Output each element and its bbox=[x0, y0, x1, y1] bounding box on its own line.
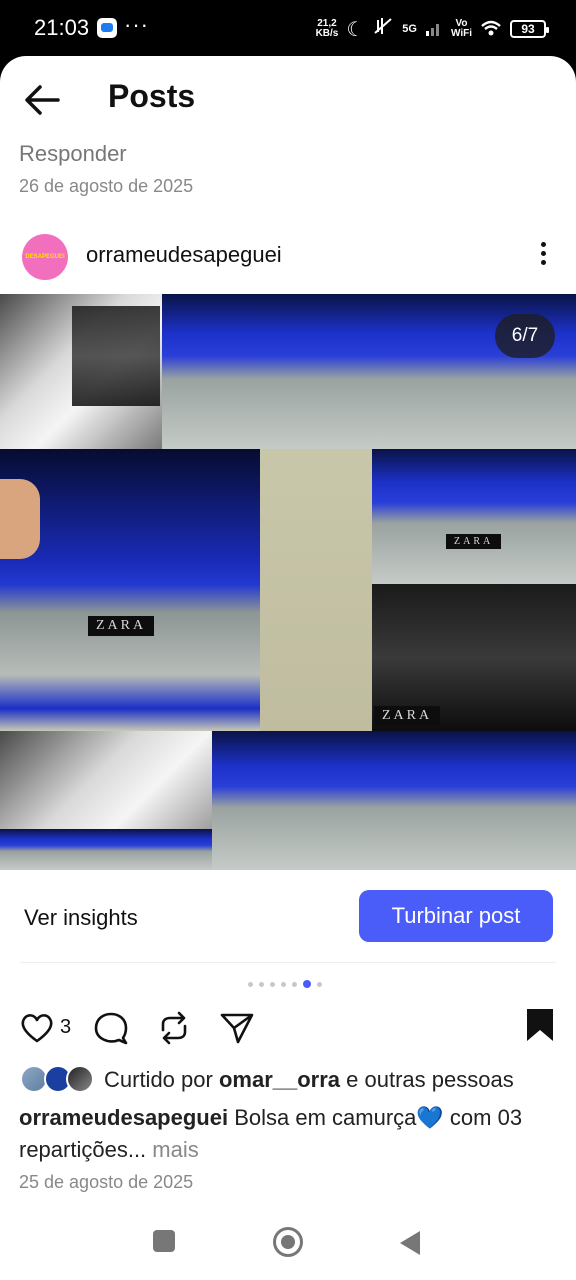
image-tile bbox=[0, 479, 40, 559]
image-tile bbox=[0, 829, 212, 870]
status-bar: 21:03 ··· 21,2 KB/s ☾ 5G Vo WiFi 93 bbox=[0, 0, 576, 56]
like-count[interactable]: 3 bbox=[60, 1016, 71, 1039]
profile-avatar[interactable]: DESAPEGUEI bbox=[22, 234, 68, 280]
carousel-dot bbox=[259, 981, 264, 987]
caption-text: Bolsa em camurça bbox=[234, 1105, 417, 1130]
post-date: 25 de agosto de 2025 bbox=[19, 1172, 194, 1192]
caption-more-link[interactable]: mais bbox=[146, 1137, 198, 1162]
moon-icon: ☾ bbox=[346, 18, 365, 41]
messaging-app-icon bbox=[97, 18, 117, 38]
image-tile bbox=[212, 731, 576, 870]
network-speed-unit: KB/s bbox=[315, 28, 339, 39]
divider bbox=[20, 962, 556, 963]
volte-indicator: Vo WiFi bbox=[451, 19, 472, 39]
caption-username[interactable]: orrameudesapeguei bbox=[19, 1105, 228, 1130]
network-speed: 21,2 KB/s bbox=[316, 19, 339, 39]
liked-by-avatars[interactable] bbox=[20, 1065, 96, 1093]
blue-heart-emoji: 💙 bbox=[416, 1105, 444, 1130]
carousel-dot bbox=[281, 981, 286, 987]
liked-by-text[interactable]: Curtido por omar__orra e outras pessoas bbox=[104, 1067, 514, 1093]
page-title: Posts bbox=[108, 78, 196, 114]
wifi-icon bbox=[480, 19, 502, 40]
boost-post-button[interactable]: Turbinar post bbox=[359, 890, 553, 942]
brand-label: ZARA bbox=[374, 706, 441, 726]
reply-date: 26 de agosto de 2025 bbox=[19, 176, 194, 196]
mute-icon bbox=[372, 16, 394, 42]
network-type: 5G bbox=[402, 23, 417, 35]
brand-label: ZARA bbox=[446, 534, 502, 549]
avatar bbox=[66, 1065, 94, 1093]
carousel-counter: 6/7 bbox=[495, 314, 555, 358]
carousel-dot bbox=[317, 981, 322, 987]
back-button[interactable] bbox=[400, 1231, 420, 1255]
carousel-dot bbox=[270, 981, 275, 987]
post-username[interactable]: orrameudesapeguei bbox=[86, 242, 282, 268]
carousel-dot bbox=[248, 981, 253, 987]
battery-indicator: 93 bbox=[510, 20, 549, 38]
back-arrow-icon[interactable] bbox=[22, 82, 62, 118]
status-indicators: 21,2 KB/s ☾ 5G Vo WiFi 93 bbox=[316, 16, 549, 42]
repost-icon[interactable] bbox=[157, 1010, 191, 1051]
share-icon[interactable] bbox=[219, 1011, 255, 1050]
avatar-logo-text: DESAPEGUEI bbox=[25, 254, 65, 260]
liked-by-user[interactable]: omar__orra bbox=[219, 1067, 340, 1092]
recent-apps-button[interactable] bbox=[153, 1230, 175, 1252]
home-button[interactable] bbox=[273, 1227, 303, 1257]
more-vertical-icon[interactable] bbox=[530, 242, 556, 270]
liked-by-suffix: e outras pessoas bbox=[340, 1067, 514, 1092]
image-tile bbox=[372, 449, 576, 584]
post-image[interactable]: ZARA ZARA ZARA 6/7 bbox=[0, 294, 576, 870]
signal-icon bbox=[425, 19, 443, 40]
view-insights-link[interactable]: Ver insights bbox=[24, 905, 138, 931]
image-tile bbox=[72, 306, 160, 406]
carousel-dot-active bbox=[303, 980, 311, 988]
liked-by-prefix: Curtido por bbox=[104, 1067, 219, 1092]
carousel-dot bbox=[292, 981, 297, 987]
wifi-calling-label: WiFi bbox=[450, 28, 472, 39]
carousel-indicator bbox=[248, 980, 322, 988]
comment-icon[interactable] bbox=[93, 1011, 129, 1050]
heart-icon[interactable] bbox=[20, 1012, 54, 1049]
brand-label: ZARA bbox=[88, 616, 155, 636]
posts-screen: Posts Responder 26 de agosto de 2025 DES… bbox=[0, 56, 576, 1280]
post-caption[interactable]: orrameudesapeguei Bolsa em camurça💙 com … bbox=[19, 1102, 559, 1166]
reply-label[interactable]: Responder bbox=[19, 141, 127, 167]
bookmark-icon[interactable] bbox=[526, 1008, 554, 1047]
image-tile bbox=[260, 449, 372, 731]
status-time: 21:03 bbox=[34, 15, 90, 40]
more-notifications-icon: ··· bbox=[124, 12, 149, 37]
